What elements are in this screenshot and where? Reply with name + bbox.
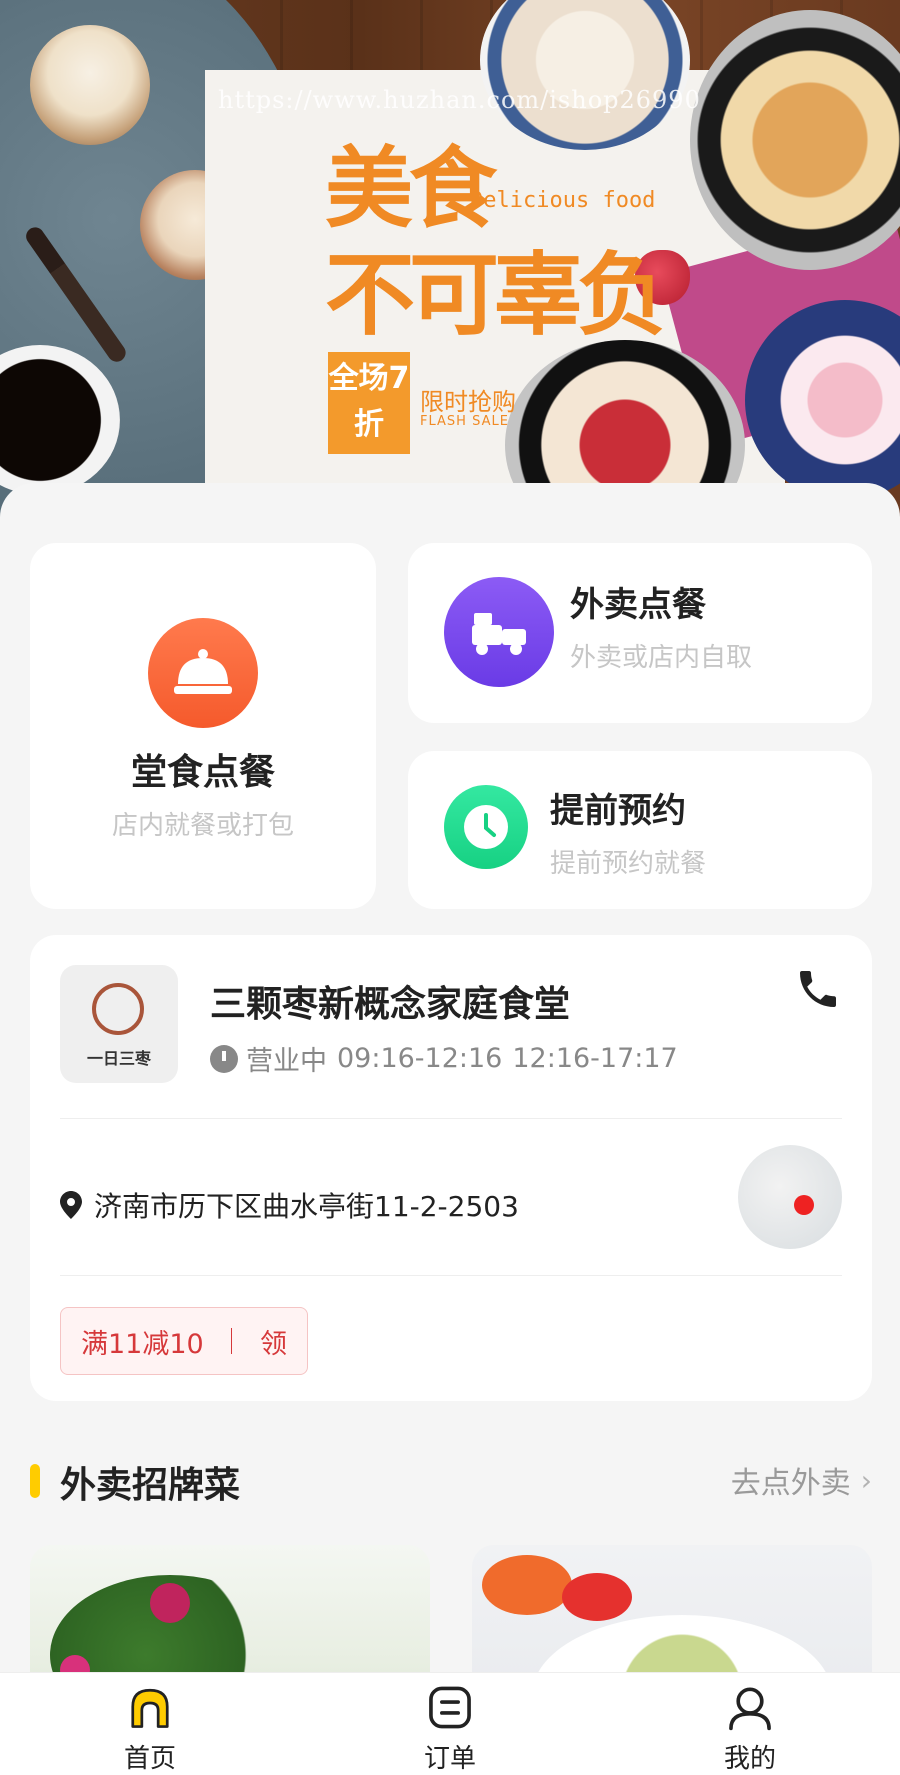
store-logo: 一日三枣 — [60, 965, 178, 1083]
store-logo-mark — [92, 983, 144, 1035]
coupon-claim[interactable]: 领 — [232, 1322, 287, 1361]
store-name: 三颗枣新概念家庭食堂 — [210, 984, 571, 1025]
store-logo-text: 一日三枣 — [86, 1049, 151, 1068]
banner-flash-en: FLASH SALE — [420, 414, 509, 429]
dish-2-garnish-1 — [482, 1555, 572, 1615]
section-accent-bar — [30, 1464, 40, 1498]
store-divider-1 — [60, 1118, 842, 1119]
home-icon — [131, 1688, 169, 1728]
store-hours-1: 09:16-12:16 — [337, 1043, 503, 1074]
order-icon — [429, 1686, 471, 1729]
map-location-dot — [794, 1195, 814, 1215]
coupon-badge[interactable]: 满11减10 领 — [60, 1307, 308, 1375]
tab-home-label: 首页 — [123, 1744, 176, 1774]
takeout-title: 外卖点餐 — [570, 585, 706, 625]
dish-1-garnish-1 — [150, 1583, 190, 1623]
hero-banner[interactable]: https://www.huzhan.com/ishop26990 美食 Del… — [0, 0, 900, 530]
phone-icon[interactable] — [794, 965, 842, 1013]
takeout-icon-bg — [444, 577, 554, 687]
tab-profile-label: 我的 — [723, 1744, 776, 1774]
dine-in-icon-bg — [148, 618, 258, 728]
clock-icon — [464, 805, 508, 849]
takeout-desc: 外卖或店内自取 — [570, 643, 753, 673]
profile-icon — [729, 1687, 771, 1731]
tab-orders[interactable]: 订单 — [300, 1673, 600, 1775]
store-address: 济南市历下区曲水亭街11-2-2503 — [94, 1190, 519, 1223]
hours-clock-icon — [210, 1044, 238, 1073]
store-info-card: 一日三枣 三颗枣新概念家庭食堂 营业中 09:16-12:16 12:16-17… — [30, 935, 872, 1401]
delivery-scooter-icon — [472, 613, 526, 655]
bottom-tab-bar: 首页 订单 我的 — [0, 1672, 900, 1775]
map-thumbnail[interactable] — [738, 1145, 842, 1249]
store-divider-2 — [60, 1275, 842, 1276]
coupon-amount: 满11减10 — [81, 1328, 204, 1360]
reserve-icon-bg — [444, 785, 528, 869]
go-takeout-label: 去点外卖 — [730, 1466, 851, 1501]
reserve-desc: 提前预约就餐 — [550, 849, 707, 879]
reserve-title: 提前预约 — [550, 791, 686, 831]
store-hours-2: 12:16-17:17 — [512, 1043, 678, 1074]
banner-title-line2: 不可辜负 — [325, 243, 667, 348]
store-address-row[interactable]: 济南市历下区曲水亭街11-2-2503 — [60, 1185, 519, 1225]
banner-watermark: https://www.huzhan.com/ishop26990 — [218, 86, 701, 114]
tab-home[interactable]: 首页 — [0, 1673, 300, 1775]
signature-dishes-header: 外卖招牌菜 去点外卖 › — [30, 1450, 872, 1510]
section-title: 外卖招牌菜 — [60, 1465, 241, 1506]
store-status: 营业中 — [246, 1046, 327, 1077]
banner-flash-cn: 限时抢购 — [420, 388, 516, 416]
tab-profile[interactable]: 我的 — [600, 1673, 900, 1775]
banner-sale-badge: 全场7折 — [328, 352, 410, 454]
dish-2-garnish-2 — [562, 1573, 632, 1621]
dine-in-desc: 店内就餐或打包 — [111, 811, 294, 841]
dine-in-title: 堂食点餐 — [130, 752, 275, 793]
reserve-card[interactable]: 提前预约 提前预约就餐 — [408, 751, 872, 909]
location-pin-icon — [60, 1191, 82, 1219]
banner-subtitle-en: Delicious food — [470, 188, 656, 213]
banner-cupcake-1 — [30, 25, 150, 145]
dine-in-card[interactable]: 堂食点餐 店内就餐或打包 — [30, 543, 376, 909]
takeout-card[interactable]: 外卖点餐 外卖或店内自取 — [408, 543, 872, 723]
chevron-right-icon: › — [860, 1463, 872, 1497]
tab-orders-label: 订单 — [423, 1744, 476, 1774]
cloche-icon — [174, 649, 232, 694]
store-hours: 营业中 09:16-12:16 12:16-17:17 — [210, 1039, 688, 1078]
go-takeout-link[interactable]: 去点外卖 › — [731, 1458, 872, 1502]
